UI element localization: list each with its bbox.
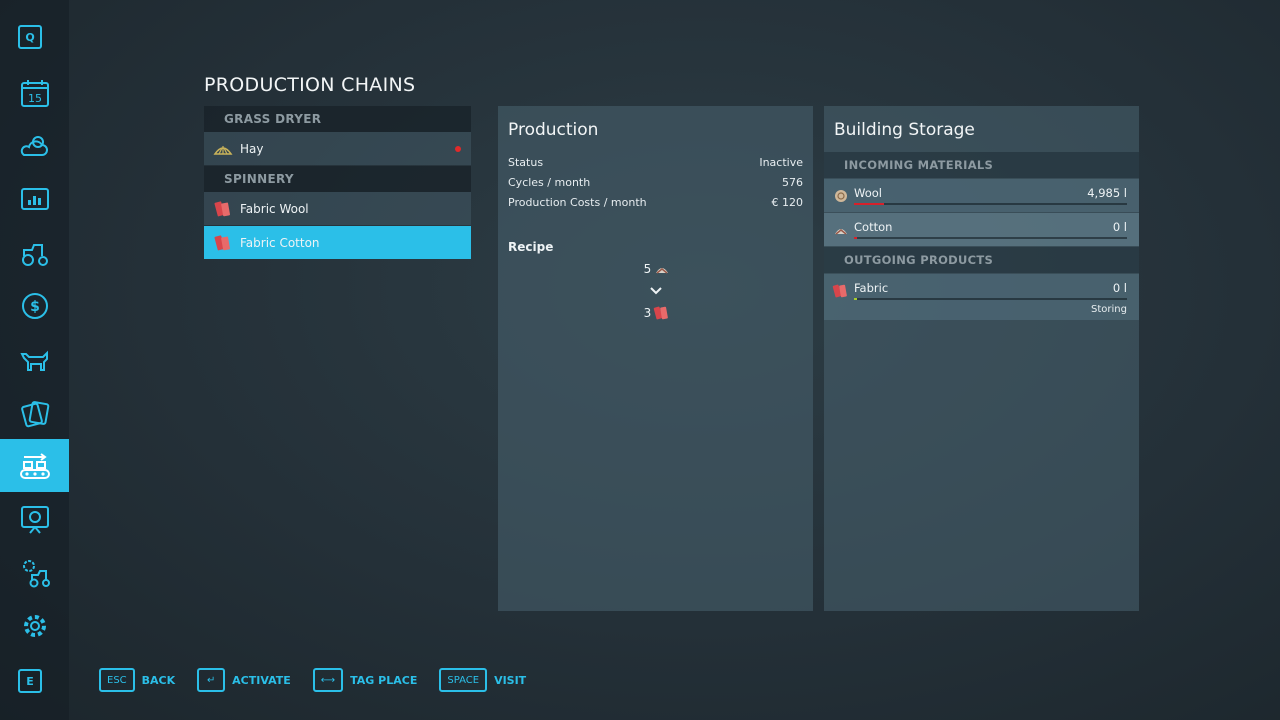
building-storage-panel: Building Storage INCOMING MATERIALS Wool… <box>824 106 1139 611</box>
chain-item-label: Hay <box>240 141 264 156</box>
storage-item-amount: 0 l <box>1112 281 1127 295</box>
nav-settings[interactable] <box>0 599 69 652</box>
nav-contracts[interactable] <box>0 386 69 439</box>
nav-calendar[interactable]: 15 <box>0 66 69 119</box>
group-header-grass-dryer: GRASS DRYER <box>204 106 471 132</box>
stat-value: 576 <box>782 175 803 189</box>
recipe-input-amount: 5 <box>643 262 652 276</box>
nav-help[interactable] <box>0 492 69 545</box>
nav-animals[interactable] <box>0 332 69 385</box>
hint-tag-place[interactable]: ⟷ TAG PLACE <box>312 668 418 692</box>
cotton-icon <box>656 268 669 274</box>
settings-icon <box>23 614 46 637</box>
chain-item-label: Fabric Cotton <box>240 235 320 250</box>
input-hints: ESC BACK ↵ ACTIVATE ⟷ TAG PLACE SPACE VI… <box>99 668 548 692</box>
hint-label: TAG PLACE <box>350 673 418 687</box>
key-enter: ↵ <box>197 668 226 692</box>
nav-weather[interactable] <box>0 119 69 172</box>
next-tab-key[interactable]: E <box>18 669 42 693</box>
wool-icon <box>835 190 847 202</box>
storage-item-name: Cotton <box>854 220 893 234</box>
fill-bar <box>854 203 1127 205</box>
stat-label: Status <box>508 155 544 169</box>
fabric-icon <box>654 306 669 320</box>
key-space: SPACE <box>439 668 488 692</box>
storage-item-cotton[interactable]: Cotton 0 l <box>824 213 1139 246</box>
fill-bar <box>854 298 1127 300</box>
contracts-icon <box>20 400 49 427</box>
stat-value: Inactive <box>759 155 803 169</box>
production-panel: Production Status Inactive Cycles / mont… <box>498 106 813 611</box>
storage-item-name: Fabric <box>854 281 889 295</box>
weather-icon <box>20 135 48 156</box>
sidebar: Q 15 $ E <box>0 0 69 720</box>
storage-title: Building Storage <box>834 120 975 140</box>
finances-icon: $ <box>21 292 48 319</box>
chain-item-fabric-cotton[interactable]: Fabric Cotton <box>204 226 471 259</box>
nav-garage[interactable] <box>0 546 69 599</box>
chain-item-label: Fabric Wool <box>240 201 309 216</box>
recipe-arrow <box>498 280 813 302</box>
outgoing-products-header: OUTGOING PRODUCTS <box>824 247 1139 273</box>
storage-item-fabric[interactable]: Fabric 0 l Storing <box>824 274 1139 320</box>
recipe-input: 5 <box>502 258 813 280</box>
production-chains-list: GRASS DRYER Hay SPINNERY Fabric Wool Fab… <box>204 106 471 260</box>
statistics-icon <box>20 187 49 210</box>
svg-text:$: $ <box>30 299 40 315</box>
garage-icon <box>22 559 50 587</box>
hint-back[interactable]: ESC BACK <box>99 668 175 692</box>
calendar-day: 15 <box>28 92 42 105</box>
hay-icon <box>212 138 234 160</box>
nav-statistics[interactable] <box>0 172 69 225</box>
hint-label: BACK <box>141 673 176 687</box>
chevron-down-icon <box>649 287 662 295</box>
hint-label: ACTIVATE <box>232 673 291 687</box>
hint-activate[interactable]: ↵ ACTIVATE <box>197 668 291 692</box>
group-header-spinnery: SPINNERY <box>204 166 471 192</box>
recipe-output: 3 <box>502 302 813 324</box>
stat-label: Production Costs / month <box>508 195 647 209</box>
page-title: PRODUCTION CHAINS <box>204 74 416 96</box>
hint-visit[interactable]: SPACE VISIT <box>439 668 526 692</box>
nav-production[interactable] <box>0 439 69 492</box>
production-icon <box>19 452 50 479</box>
stat-cycles: Cycles / month 576 <box>498 172 813 192</box>
fill-bar-level <box>854 237 857 239</box>
fill-bar-level <box>854 298 857 300</box>
key-esc: ESC <box>99 668 135 692</box>
storage-item-name: Wool <box>854 186 882 200</box>
output-mode[interactable]: Storing <box>1091 304 1127 315</box>
stat-costs: Production Costs / month € 120 <box>498 192 813 212</box>
help-icon <box>20 505 49 534</box>
chain-item-fabric-wool[interactable]: Fabric Wool <box>204 192 471 225</box>
fill-bar <box>854 237 1127 239</box>
cotton-icon <box>835 229 847 235</box>
storage-item-amount: 4,985 l <box>1087 186 1127 200</box>
stat-label: Cycles / month <box>508 175 591 189</box>
hint-label: VISIT <box>494 673 527 687</box>
production-title: Production <box>508 120 599 140</box>
recipe-output-amount: 3 <box>643 306 652 320</box>
chain-item-hay[interactable]: Hay <box>204 132 471 165</box>
key-tab: ⟷ <box>312 668 344 692</box>
stat-status: Status Inactive <box>498 152 813 172</box>
calendar-icon: 15 <box>20 79 49 107</box>
alert-dot <box>455 146 461 152</box>
fabric-icon <box>212 232 234 254</box>
animals-icon <box>19 350 48 371</box>
storage-item-wool[interactable]: Wool 4,985 l <box>824 179 1139 212</box>
fabric-icon <box>832 284 847 298</box>
fabric-icon <box>212 198 234 220</box>
nav-vehicles[interactable] <box>0 226 69 279</box>
nav-finances[interactable]: $ <box>0 279 69 332</box>
storage-item-amount: 0 l <box>1112 220 1127 234</box>
prev-tab-key[interactable]: Q <box>18 25 42 49</box>
vehicles-icon <box>21 243 48 266</box>
fill-bar-level <box>854 203 885 205</box>
stat-value: € 120 <box>771 195 804 209</box>
recipe-label: Recipe <box>508 240 554 254</box>
incoming-materials-header: INCOMING MATERIALS <box>824 152 1139 178</box>
